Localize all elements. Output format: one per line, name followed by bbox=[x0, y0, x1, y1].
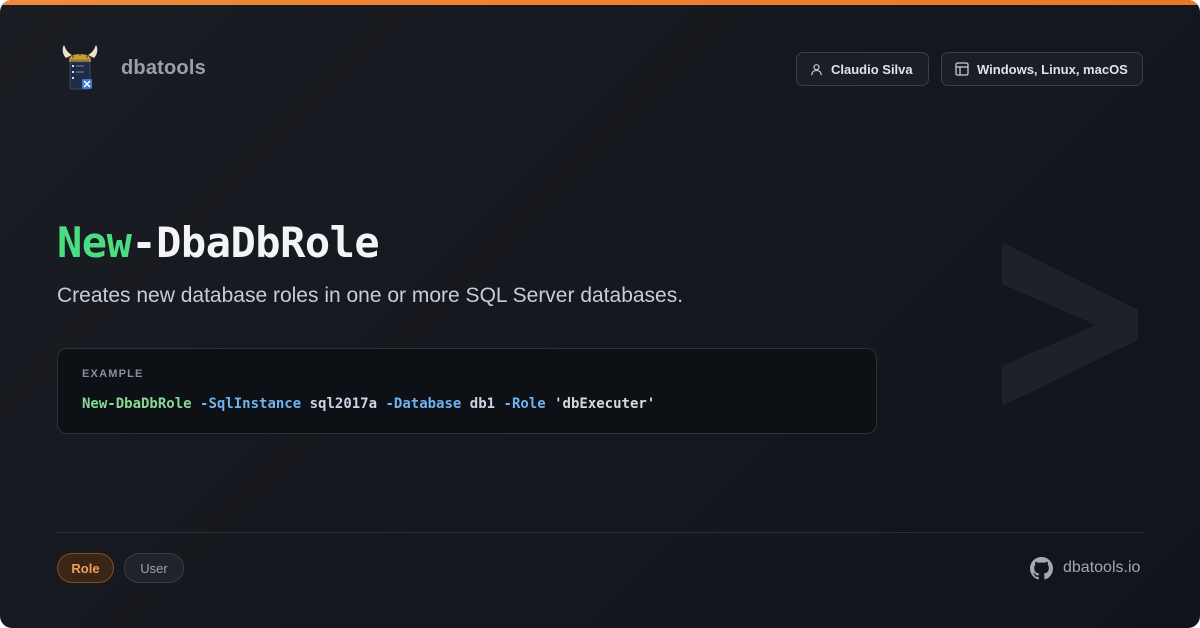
layout-icon bbox=[955, 62, 969, 76]
platform-badge: Windows, Linux, macOS bbox=[941, 52, 1143, 86]
command-verb: New bbox=[57, 218, 132, 267]
command-description: Creates new database roles in one or mor… bbox=[57, 284, 684, 307]
code-param: -SqlInstance bbox=[200, 396, 302, 412]
tag-role[interactable]: Role bbox=[57, 553, 114, 583]
site-link[interactable]: dbatools.io bbox=[1030, 556, 1140, 580]
user-icon bbox=[811, 63, 822, 75]
author-badge: Claudio Silva bbox=[796, 52, 929, 86]
code-value: db1 bbox=[469, 396, 496, 412]
footer-divider bbox=[57, 532, 1143, 533]
site-url: dbatools.io bbox=[1063, 559, 1141, 576]
dbatools-logo-icon bbox=[58, 44, 102, 94]
brand-name: dbatools bbox=[121, 57, 206, 79]
example-label: EXAMPLE bbox=[82, 368, 144, 380]
platform-list: Windows, Linux, macOS bbox=[977, 61, 1128, 77]
example-box: EXAMPLE New-DbaDbRole -SqlInstance sql20… bbox=[57, 348, 877, 434]
code-command: New-DbaDbRole bbox=[82, 396, 192, 412]
github-icon bbox=[1030, 556, 1053, 579]
code-string: 'dbExecuter' bbox=[554, 396, 656, 412]
command-title: New-DbaDbRole bbox=[57, 218, 380, 267]
command-noun: -DbaDbRole bbox=[131, 218, 380, 267]
code-value: sql2017a bbox=[309, 396, 378, 412]
prompt-chevron-icon bbox=[1002, 242, 1138, 406]
social-card: dbatools Claudio Silva Windows, Linux, m… bbox=[0, 0, 1200, 628]
example-code: New-DbaDbRole -SqlInstance sql2017a -Dat… bbox=[82, 396, 655, 412]
author-name: Claudio Silva bbox=[831, 61, 913, 77]
code-param: -Role bbox=[503, 396, 546, 412]
accent-bar bbox=[0, 0, 1200, 5]
code-param: -Database bbox=[385, 396, 462, 412]
tag-user[interactable]: User bbox=[124, 553, 184, 583]
